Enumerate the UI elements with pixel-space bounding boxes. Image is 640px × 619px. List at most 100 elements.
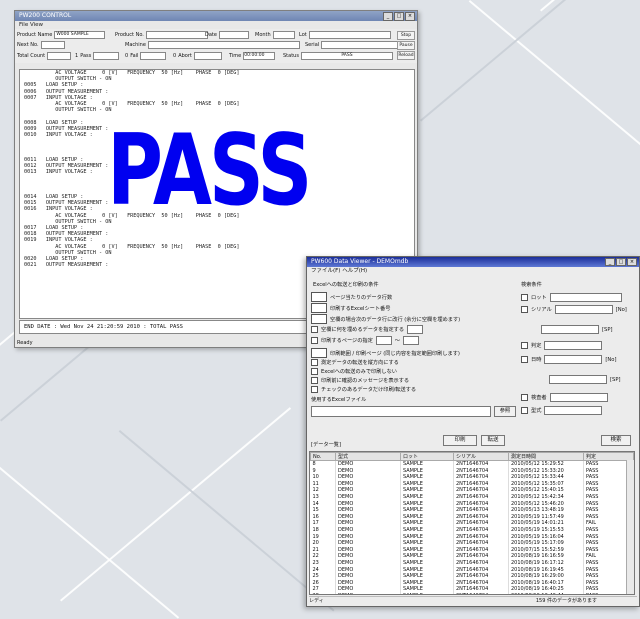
table-cell: 19 [310, 533, 336, 541]
option-label: チェックのあるデータだけ印刷/転送する [321, 387, 417, 393]
table-cell: SAMPLE [400, 540, 454, 547]
serial-search-input[interactable] [554, 305, 613, 314]
table-cell: 2NT1646704 [453, 586, 509, 593]
option-checkbox[interactable] [311, 377, 318, 384]
table-row[interactable]: 21 DEMO SAMPLE 2NT1646704 2010/07/15 15:52:5… [310, 546, 634, 554]
column-header[interactable]: ロット [400, 452, 454, 461]
maximize-button[interactable]: □ [394, 12, 404, 21]
abort-box [193, 52, 222, 60]
table-row[interactable]: 17 DEMO SAMPLE 2NT1646704 2010/05/19 14:01:2… [310, 520, 634, 527]
search-checkbox[interactable] [521, 356, 528, 363]
maximize-button[interactable]: □ [616, 258, 626, 266]
model-input[interactable] [544, 406, 603, 415]
search-checkbox[interactable] [521, 294, 528, 301]
table-row[interactable]: 11 DEMO SAMPLE 2NT1646704 2010/05/12 15:35:0… [310, 480, 634, 488]
lot-field[interactable] [308, 31, 391, 39]
date-field[interactable] [218, 31, 249, 39]
product-no-field[interactable] [145, 31, 208, 39]
stop-button[interactable]: Stop [397, 31, 415, 40]
date-to-select[interactable] [549, 375, 607, 384]
option-checkbox[interactable] [311, 386, 318, 393]
date-from-select[interactable] [544, 355, 603, 364]
inspector-input[interactable] [549, 393, 608, 402]
table-row[interactable]: 28DEMOSAMPLE2NT16467042010/08/19 16:40:4… [310, 592, 634, 594]
table-row[interactable]: 15 DEMO SAMPLE 2NT1646704 2010/05/13 13:48:1… [310, 507, 634, 514]
search-checkbox[interactable] [521, 342, 528, 349]
option-checkbox[interactable] [311, 368, 318, 375]
option-label: 印刷するページの指定 [321, 338, 373, 344]
option-value-input[interactable] [407, 325, 424, 334]
judgement-select[interactable] [544, 341, 603, 350]
table-row[interactable]: 8 DEMO SAMPLE 2NT1646704 2010/05/12 15:29:52… [310, 460, 634, 468]
table-row[interactable]: 13 DEMO SAMPLE 2NT1646704 2010/05/12 15:42:3… [310, 493, 634, 501]
table-row[interactable]: 18 DEMO SAMPLE 2NT1646704 2010/05/19 15:15:5… [310, 526, 634, 534]
serial-field[interactable] [321, 41, 402, 49]
reload-button[interactable]: Reload [397, 51, 415, 60]
window-title-bar: PW200 CONTROL _ □ × [15, 11, 417, 21]
table-cell: DEMO [335, 487, 401, 494]
table-cell: SAMPLE [400, 487, 454, 494]
close-button[interactable]: × [405, 12, 415, 21]
column-header[interactable]: 型式 [335, 452, 401, 461]
table-cell: SAMPLE [400, 474, 454, 481]
search-checkbox[interactable] [521, 394, 528, 401]
table-row[interactable]: 20 DEMO SAMPLE 2NT1646704 2010/05/19 15:17:0… [310, 540, 634, 547]
product-name-field[interactable]: W000 SAMPLE [54, 31, 106, 39]
table-cell: SAMPLE [400, 520, 454, 527]
table-row[interactable]: 9 DEMO SAMPLE 2NT1646704 2010/05/12 15:33:20… [310, 467, 634, 475]
table-row[interactable]: 22 DEMO SAMPLE 2NT1646704 2010/08/19 16:16:5… [310, 553, 634, 560]
vertical-scrollbar[interactable] [626, 460, 634, 594]
table-row[interactable]: 12 DEMO SAMPLE 2NT1646704 2010/05/12 15:40:1… [310, 487, 634, 494]
search-checkbox[interactable] [521, 407, 528, 414]
next-no-field[interactable] [40, 41, 65, 49]
excel-file-input[interactable] [311, 406, 491, 417]
serial-search-input-2[interactable] [541, 325, 599, 334]
minimize-button[interactable]: _ [383, 12, 393, 21]
lot-search-input[interactable] [549, 293, 622, 302]
status-bar-text: Ready [17, 340, 33, 346]
column-header[interactable]: シリアル [453, 452, 509, 461]
data-list-table[interactable]: No. 型式 ロット シリアル 測定日時間 判定 8 DEMO SAMPLE 2NT1… [309, 451, 635, 595]
column-header[interactable]: 測定日時間 [508, 452, 584, 461]
option-input[interactable] [311, 292, 327, 302]
table-row[interactable]: 19 DEMO SAMPLE 2NT1646704 2010/05/19 15:16:0… [310, 533, 634, 541]
table-cell: 2010/05/12 15:29:52 [508, 460, 584, 468]
option-checkbox[interactable] [311, 337, 318, 344]
table-cell: DEMO [335, 474, 401, 481]
table-row[interactable]: 24 DEMO SAMPLE 2NT1646704 2010/08/19 16:19:4… [310, 566, 634, 574]
page-to-input[interactable] [402, 336, 419, 345]
machine-field[interactable] [147, 41, 300, 49]
option-input[interactable] [311, 303, 327, 313]
pause-button[interactable]: Pause [397, 41, 415, 50]
table-cell: 2NT1646704 [453, 533, 509, 541]
menu-bar[interactable]: File View [15, 21, 417, 29]
search-checkbox[interactable] [521, 306, 528, 313]
minimize-button[interactable]: _ [605, 258, 615, 266]
table-row[interactable]: 14 DEMO SAMPLE 2NT1646704 2010/05/12 15:46:2… [310, 500, 634, 508]
table-cell: SAMPLE [400, 467, 454, 475]
total-count-field [47, 52, 72, 60]
close-button[interactable]: × [627, 258, 637, 266]
option-checkbox[interactable] [311, 359, 318, 366]
search-button[interactable]: 検索 [601, 435, 631, 446]
table-cell: 2NT1646704 [453, 526, 509, 534]
search-label: 日時 [531, 357, 542, 363]
table-row[interactable]: 10 DEMO SAMPLE 2NT1646704 2010/05/12 15:33:4… [310, 474, 634, 481]
menu-bar[interactable]: ファイル(F) ヘルプ(H) [307, 267, 639, 276]
browse-button[interactable]: 参照 [494, 406, 516, 417]
option-input[interactable] [311, 348, 327, 358]
print-button[interactable]: 印刷 [443, 435, 477, 446]
month-field[interactable] [272, 31, 295, 39]
table-row[interactable]: 25 DEMO SAMPLE 2NT1646704 2010/08/19 16:29:0… [310, 573, 634, 580]
table-cell: SAMPLE [400, 546, 454, 554]
table-row[interactable]: 26 DEMO SAMPLE 2NT1646704 2010/08/19 16:40:1… [310, 579, 634, 587]
table-row[interactable]: 16 DEMO SAMPLE 2NT1646704 2010/05/19 11:57:4… [310, 513, 634, 521]
table-cell: 2NT1646704 [453, 513, 509, 521]
table-row[interactable]: 27 DEMO SAMPLE 2NT1646704 2010/08/19 16:40:2… [310, 586, 634, 593]
option-checkbox[interactable] [311, 326, 318, 333]
page-from-input[interactable] [375, 336, 392, 345]
column-header[interactable]: No. [310, 452, 336, 461]
transfer-button[interactable]: 転送 [481, 435, 505, 446]
option-input[interactable] [311, 314, 327, 324]
table-row[interactable]: 23 DEMO SAMPLE 2NT1646704 2010/08/19 16:17:1… [310, 559, 634, 567]
